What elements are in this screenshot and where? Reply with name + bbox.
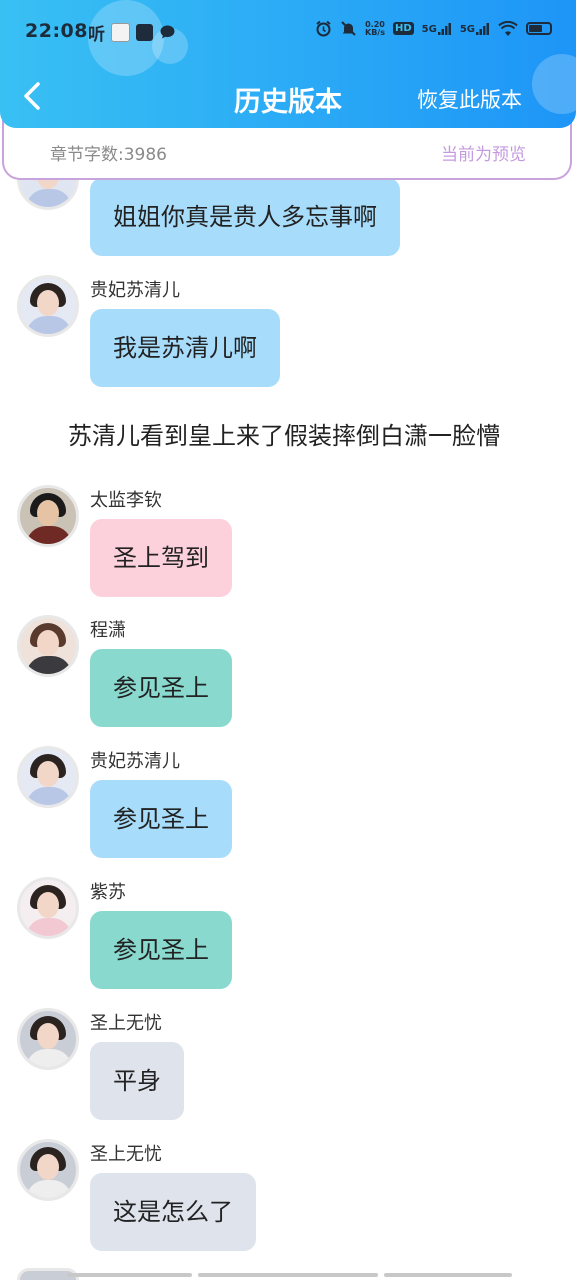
- mute-bell-icon: [341, 21, 356, 36]
- sender-name: 圣上无忧: [90, 1013, 162, 1034]
- scroll-indicator: [384, 1273, 512, 1277]
- status-bar: 22:08 听 0.20 KB/s HD 5G 5G: [0, 0, 576, 64]
- restore-version-button[interactable]: 恢复此版本: [417, 84, 522, 114]
- wifi-icon: [498, 20, 518, 36]
- avatar[interactable]: [17, 746, 79, 808]
- signal-5g-icon: 5G: [421, 22, 452, 35]
- avatar[interactable]: [17, 1008, 79, 1070]
- message-bubble[interactable]: 参见圣上: [90, 649, 232, 727]
- sender-name: 太监李钦: [90, 490, 162, 511]
- battery-icon: [526, 22, 552, 35]
- net-speed: 0.20 KB/s: [365, 20, 385, 37]
- avatar[interactable]: [17, 1139, 79, 1201]
- sender-name: 圣上无忧: [90, 1144, 162, 1165]
- word-count: 章节字数:3986: [50, 145, 167, 165]
- avatar[interactable]: [17, 485, 79, 547]
- message-bubble[interactable]: 参见圣上: [90, 911, 232, 989]
- tiktok-notification-icon: [136, 24, 153, 41]
- message-bubble[interactable]: 姐姐你真是贵人多忘事啊: [90, 178, 400, 256]
- narration-text: 苏清儿看到皇上来了假装摔倒白潇一脸懵: [68, 422, 500, 450]
- alarm-icon: [316, 20, 331, 37]
- message-bubble[interactable]: 圣上驾到: [90, 519, 232, 597]
- notification-icons: 听: [88, 20, 176, 45]
- avatar[interactable]: [17, 275, 79, 337]
- signal-5g-icon-2: 5G: [459, 22, 490, 35]
- system-icons: 0.20 KB/s HD 5G 5G: [315, 20, 552, 37]
- message-bubble[interactable]: 这是怎么了: [90, 1173, 256, 1251]
- message-bubble[interactable]: 参见圣上: [90, 780, 232, 858]
- chat-notification-icon: [160, 25, 175, 39]
- sender-name: 紫苏: [90, 882, 126, 903]
- clock: 22:08: [25, 20, 88, 42]
- sim1-label: 5G: [421, 23, 437, 35]
- hd-icon: HD: [392, 22, 414, 35]
- avatar[interactable]: [17, 877, 79, 939]
- scroll-indicator: [198, 1273, 378, 1277]
- header-bar: 22:08 听 0.20 KB/s HD 5G 5G 历史版本 恢复此版本: [0, 0, 576, 128]
- message-bubble[interactable]: 我是苏清儿啊: [90, 309, 280, 387]
- net-speed-unit: KB/s: [365, 27, 385, 37]
- sender-name: 贵妃苏清儿: [90, 751, 180, 772]
- preview-status: 当前为预览: [441, 145, 526, 165]
- message-bubble[interactable]: 平身: [90, 1042, 184, 1120]
- sender-name: 贵妃苏清儿: [90, 280, 180, 301]
- sender-name: 程潇: [90, 620, 126, 641]
- sim2-label: 5G: [459, 23, 475, 35]
- scroll-indicator: [67, 1273, 192, 1277]
- listen-app-icon: 听: [88, 25, 105, 45]
- avatar[interactable]: [17, 615, 79, 677]
- app-notification-icon: [111, 23, 130, 42]
